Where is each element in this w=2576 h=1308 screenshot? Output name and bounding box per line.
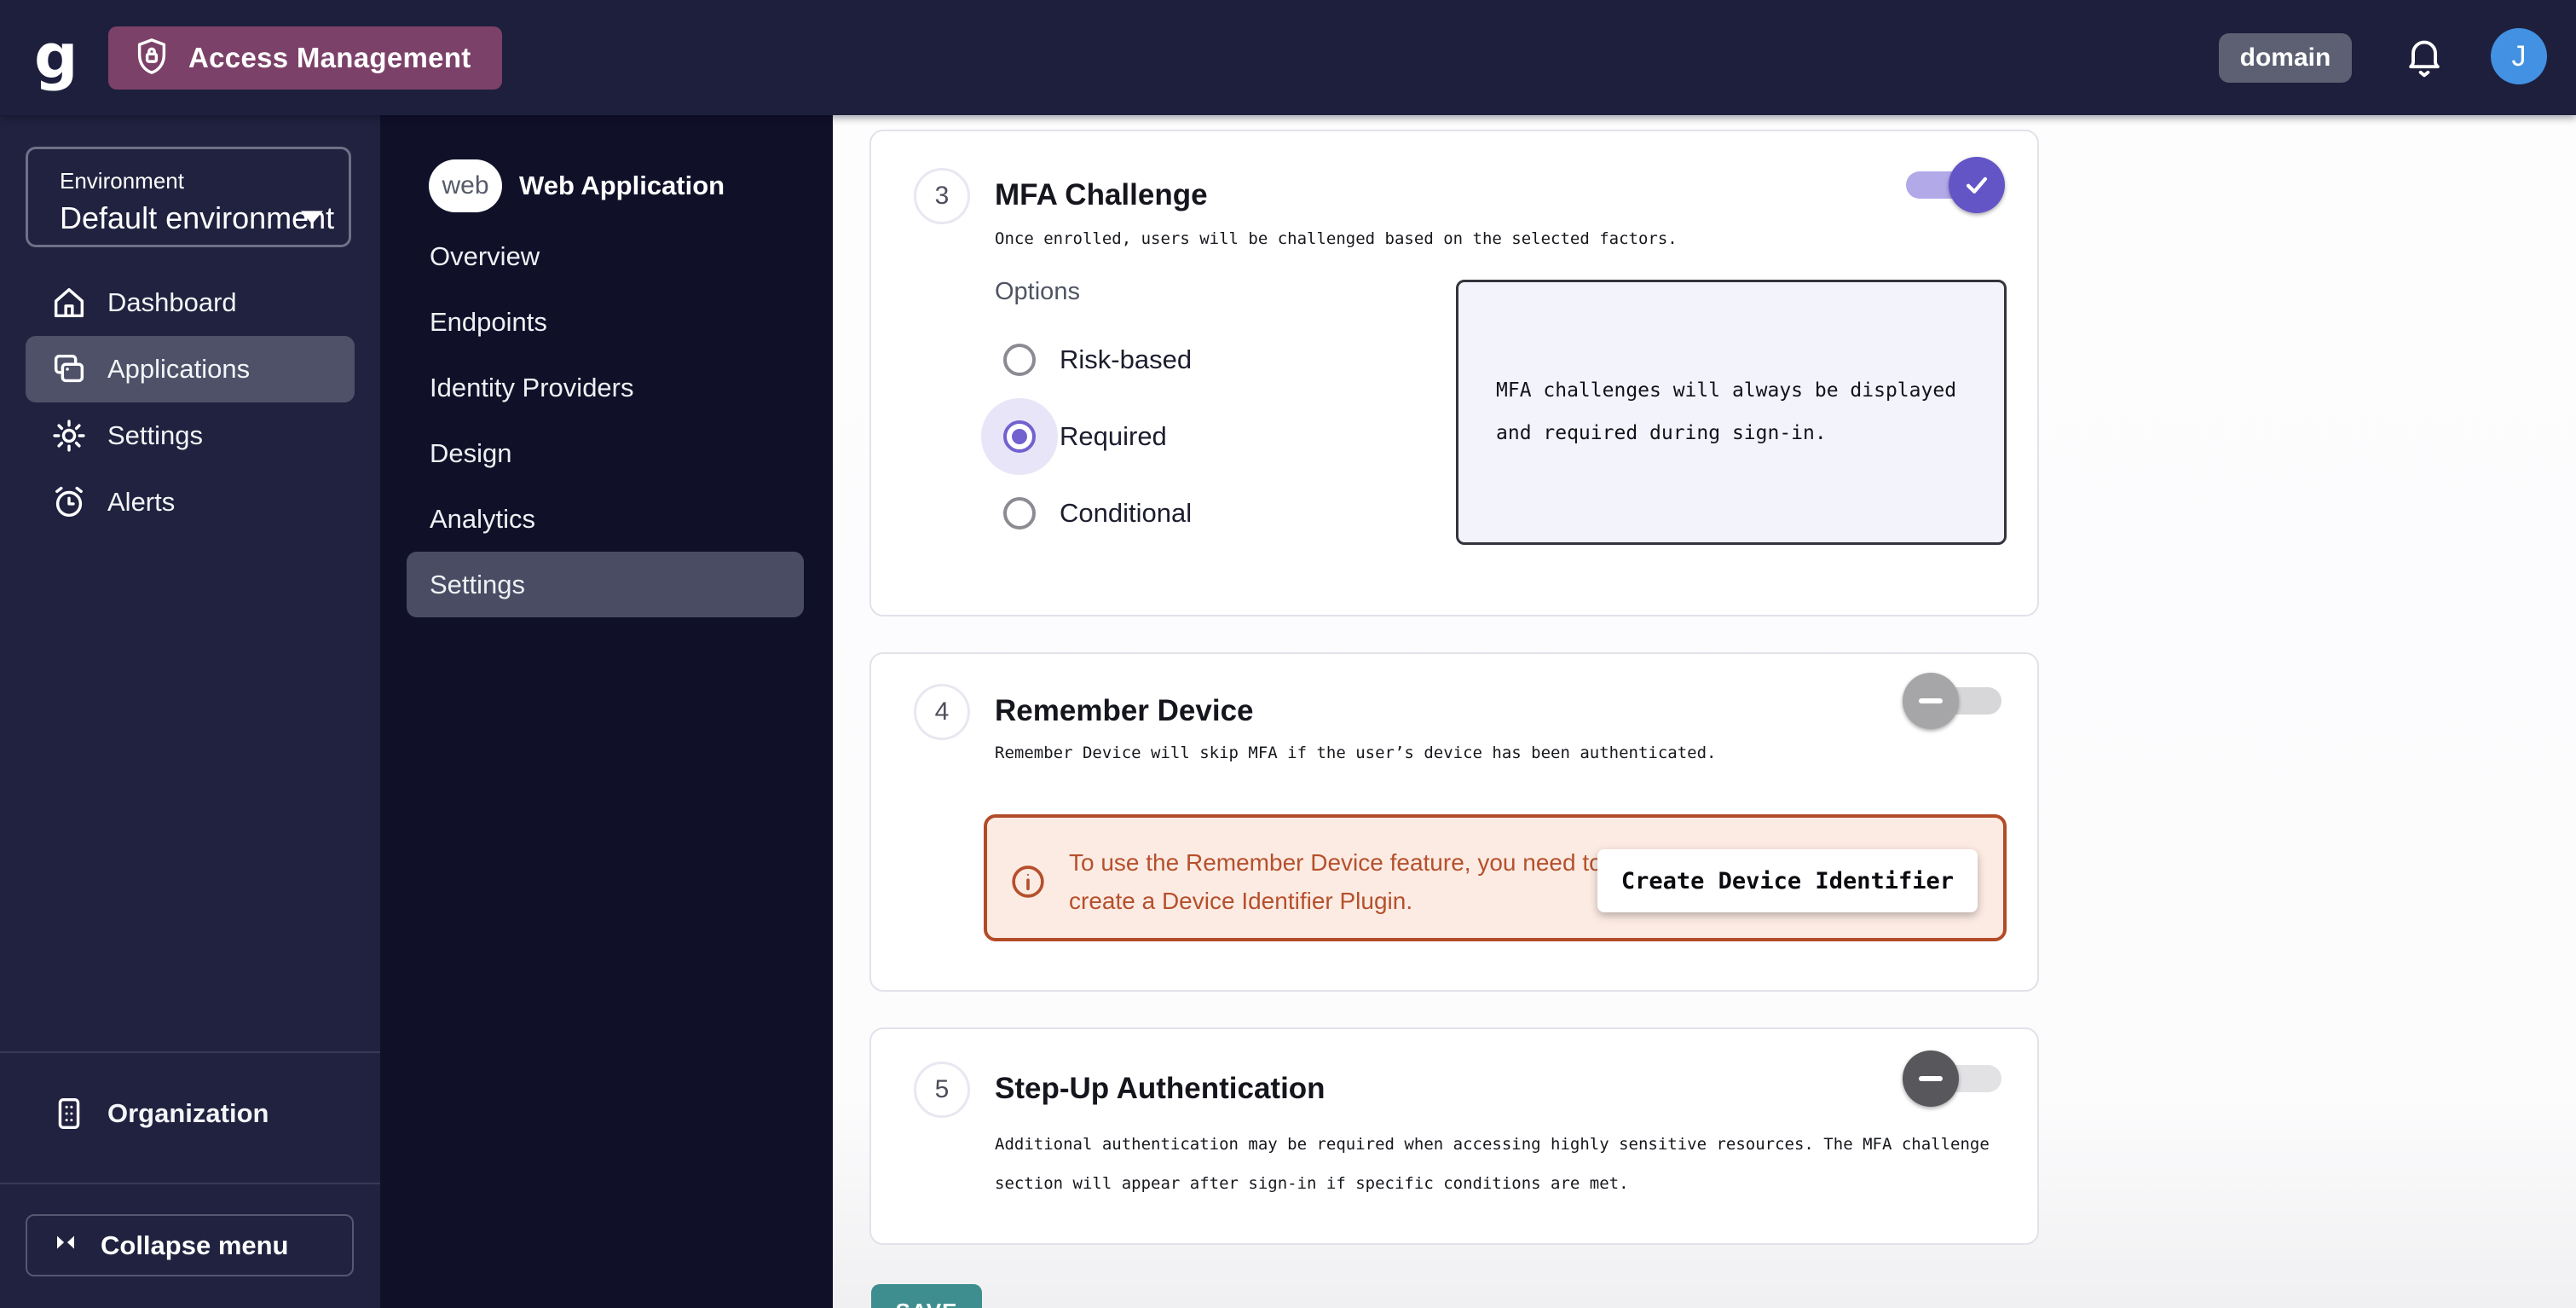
app-nav-item-label: Overview <box>430 241 540 272</box>
card-title: Remember Device <box>995 694 1254 728</box>
home-icon <box>49 283 89 322</box>
card-title: Step-Up Authentication <box>995 1072 1326 1106</box>
alarm-clock-icon <box>49 483 89 522</box>
mfa-info-panel: MFA challenges will always be displayed … <box>1456 280 2007 545</box>
access-management-badge[interactable]: Access Management <box>108 26 502 90</box>
sidebar-item-label: Dashboard <box>107 287 237 318</box>
create-device-identifier-button[interactable]: Create Device Identifier <box>1597 849 1978 912</box>
domain-button[interactable]: domain <box>2219 33 2352 83</box>
card-title: MFA Challenge <box>995 178 1208 212</box>
options-label: Options <box>995 278 1080 306</box>
radio-selected-icon <box>1003 420 1036 453</box>
radio-option-conditional[interactable]: Conditional <box>995 475 1192 552</box>
app-nav-item-settings[interactable]: Settings <box>407 552 804 617</box>
sidebar-item-applications[interactable]: Applications <box>26 336 355 402</box>
shield-lock-icon <box>132 37 171 80</box>
mfa-challenge-card: 3 MFA Challenge Once enrolled, users wil… <box>869 130 2039 616</box>
top-bar: g Access Management domain J <box>0 0 2576 115</box>
remember-device-card: 4 Remember Device Remember Device will s… <box>869 652 2039 992</box>
chevron-down-icon <box>301 211 323 229</box>
applications-icon <box>49 350 89 389</box>
sidebar-item-label: Applications <box>107 354 250 385</box>
page: { "topbar": { "logo_letter": "g", "app_b… <box>0 0 2576 1308</box>
card-description: Once enrolled, users will be challenged … <box>995 229 1678 248</box>
sidebar-divider <box>0 1051 380 1053</box>
radio-icon <box>1003 344 1036 376</box>
environment-label: Environment <box>60 168 184 194</box>
environment-selector[interactable]: Environment Default environment <box>26 147 351 247</box>
organization-icon <box>49 1094 89 1133</box>
toggle-thumb-minus-icon <box>1903 673 1959 729</box>
app-nav-list: Overview Endpoints Identity Providers De… <box>380 223 833 617</box>
remember-device-toggle[interactable] <box>1906 685 2001 717</box>
app-nav-item-label: Design <box>430 438 512 469</box>
gear-icon <box>49 416 89 455</box>
app-nav-item-label: Endpoints <box>430 307 547 338</box>
step-up-authentication-card: 5 Step-Up Authentication Additional auth… <box>869 1027 2039 1245</box>
settings-content: 3 MFA Challenge Once enrolled, users wil… <box>833 115 2576 1308</box>
user-avatar[interactable]: J <box>2491 28 2547 84</box>
radio-option-required[interactable]: Required <box>995 398 1167 475</box>
app-nav-item-analytics[interactable]: Analytics <box>407 486 804 552</box>
access-management-label: Access Management <box>188 42 471 74</box>
environment-value: Default environment <box>60 200 334 236</box>
collapse-menu-button[interactable]: Collapse menu <box>26 1214 354 1276</box>
app-title: Web Application <box>519 171 725 201</box>
collapse-icon <box>51 1230 80 1262</box>
toggle-thumb-minus-icon <box>1903 1050 1959 1107</box>
app-nav-item-label: Settings <box>430 570 525 600</box>
app-nav-item-overview[interactable]: Overview <box>407 223 804 289</box>
step-number: 4 <box>914 684 970 740</box>
radio-label: Conditional <box>1060 498 1192 529</box>
sidebar-item-organization[interactable]: Organization <box>26 1080 354 1147</box>
save-button[interactable]: SAVE <box>871 1284 982 1308</box>
app-nav-item-identity-providers[interactable]: Identity Providers <box>407 355 804 420</box>
radio-label: Risk-based <box>1060 344 1192 375</box>
primary-nav-list: Dashboard Applications Settings <box>0 269 380 535</box>
organization-label: Organization <box>107 1098 269 1129</box>
app-nav-item-label: Analytics <box>430 504 535 535</box>
app-nav-item-design[interactable]: Design <box>407 420 804 486</box>
sidebar-divider <box>0 1183 380 1184</box>
mfa-challenge-toggle[interactable] <box>1906 169 2001 201</box>
step-number: 3 <box>914 168 970 224</box>
device-identifier-warning: To use the Remember Device feature, you … <box>984 814 2007 941</box>
card-description: Additional authentication may be require… <box>995 1125 2009 1203</box>
card-description: Remember Device will skip MFA if the use… <box>995 744 1716 762</box>
sidebar-item-alerts[interactable]: Alerts <box>26 469 355 535</box>
sidebar-item-settings[interactable]: Settings <box>26 402 355 469</box>
sidebar-item-label: Alerts <box>107 487 175 518</box>
app-type-badge: web <box>429 159 502 212</box>
sidebar-item-label: Settings <box>107 420 203 451</box>
warning-text: To use the Remember Device feature, you … <box>1069 843 1666 920</box>
radio-label: Required <box>1060 421 1167 452</box>
step-up-toggle[interactable] <box>1906 1062 2001 1095</box>
radio-option-risk-based[interactable]: Risk-based <box>995 321 1192 398</box>
primary-sidebar: Environment Default environment Dashboar… <box>0 115 380 1308</box>
info-icon <box>1009 863 1047 900</box>
notifications-bell-icon[interactable] <box>2402 35 2446 81</box>
app-nav-item-label: Identity Providers <box>430 373 634 403</box>
collapse-menu-label: Collapse menu <box>101 1230 289 1261</box>
step-number: 5 <box>914 1062 970 1118</box>
application-nav: web Web Application Overview Endpoints I… <box>380 115 833 1308</box>
gravitee-logo[interactable]: g <box>34 24 94 92</box>
toggle-thumb-check-icon <box>1949 157 2005 213</box>
sidebar-item-dashboard[interactable]: Dashboard <box>26 269 355 336</box>
app-nav-item-endpoints[interactable]: Endpoints <box>407 289 804 355</box>
radio-icon <box>1003 497 1036 530</box>
mfa-info-text: MFA challenges will always be displayed … <box>1496 369 1973 454</box>
